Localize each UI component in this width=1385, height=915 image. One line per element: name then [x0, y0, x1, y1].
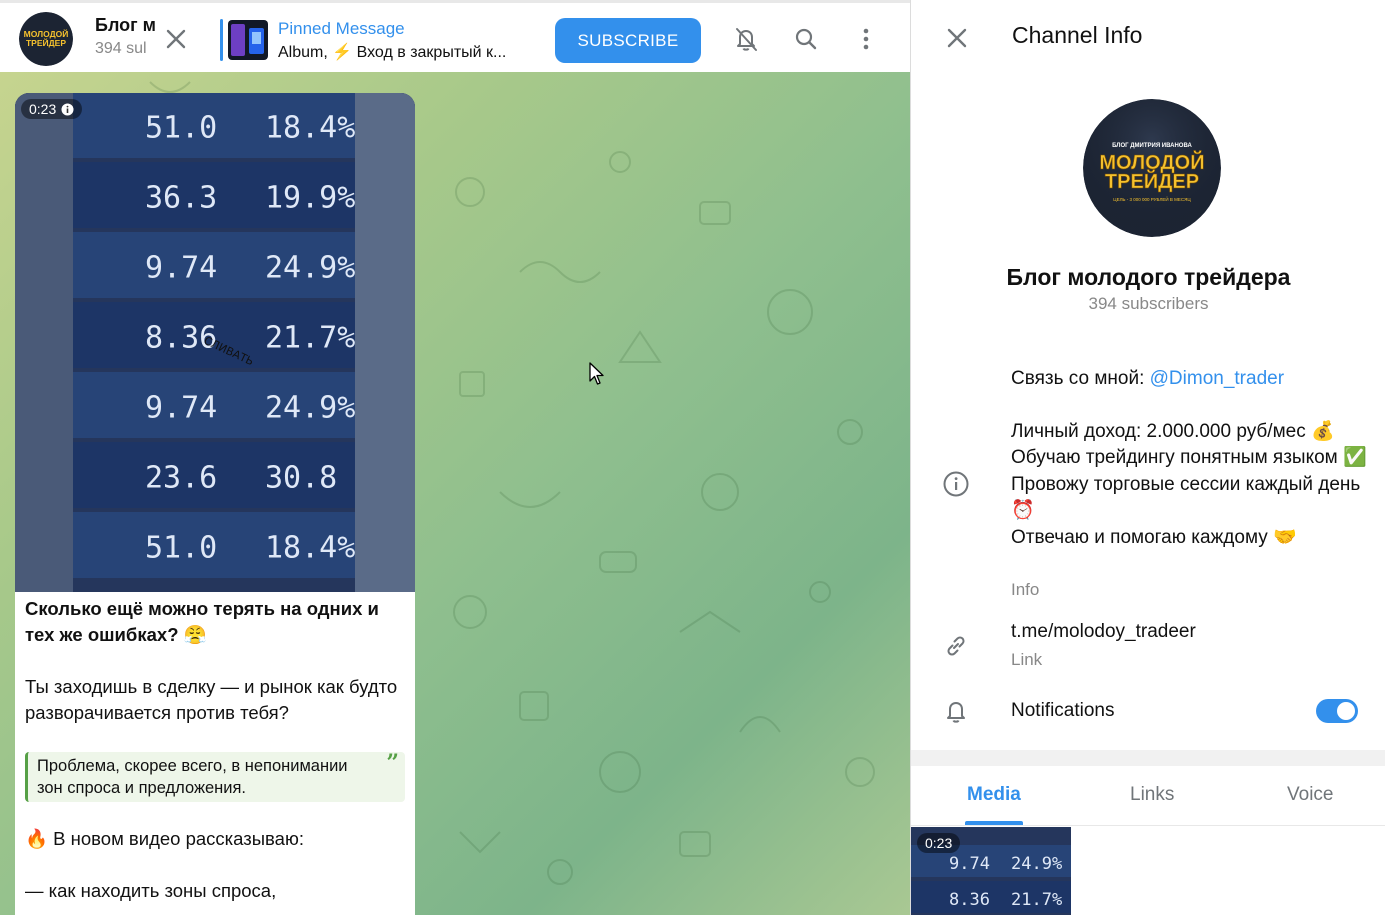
close-icon[interactable]: [943, 24, 971, 52]
video-row-value: 51.0: [145, 531, 217, 566]
video-row-percent: 21.7%: [265, 321, 355, 356]
tab-voice[interactable]: Voice: [1287, 784, 1333, 806]
channel-post: 51.0 18.4% 36.3 19.9% 9.74 24.9% 8.36 21.7% 9.74…: [15, 93, 415, 915]
mouse-cursor-icon: [589, 362, 604, 385]
quote-text: Проблема, скорее всего, в непонимании зо…: [37, 757, 348, 797]
channel-name: Блог молодого трейдера: [1006, 264, 1291, 290]
channel-subscriber-count: 394 subscribers: [1088, 294, 1209, 313]
video-row-percent: 19.9%: [265, 181, 355, 216]
panel-title: Channel Info: [1012, 22, 1143, 48]
video-row-value: 36.3: [145, 181, 217, 216]
avatar-top-line: БЛОГ ДМИТРИЯ ИВАНОВА: [1112, 143, 1192, 149]
video-duration: 0:23: [21, 99, 83, 119]
post-text: Сколько ещё можно терять на одних и тех …: [25, 596, 405, 915]
channel-avatar-large[interactable]: БЛОГ ДМИТРИЯ ИВАНОВА МОЛОДОЙ ТРЕЙДЕР ЦЕЛ…: [1083, 99, 1221, 237]
channel-avatar[interactable]: МОЛОДОЙ ТРЕЙДЕР: [19, 12, 73, 66]
contact-username-link[interactable]: @Dimon_trader: [1150, 368, 1284, 389]
more-options-icon[interactable]: [852, 25, 880, 53]
media-item[interactable]: 9.74 24.9% 8.36 21.7% 0:23: [911, 827, 1071, 915]
link-label: Link: [1011, 650, 1043, 669]
chat-area: МОЛОДОЙ ТРЕЙДЕР Блог м 394 sul Pinned Me…: [0, 0, 910, 915]
pinned-title: Pinned Message: [278, 19, 405, 38]
video-row-percent: 24.9%: [265, 251, 355, 286]
bell-icon: [947, 702, 965, 723]
tab-links[interactable]: Links: [1130, 784, 1174, 806]
chat-subscriber-count: 394 sul: [95, 40, 147, 57]
post-paragraph: 🔥 В новом видео рассказываю:: [25, 828, 304, 849]
description-line: Личный доход: 2.000.000 руб/мес 💰: [1011, 420, 1335, 442]
post-paragraph: — как находить зоны спроса,: [25, 880, 277, 901]
avatar-word2: ТРЕЙДЕР: [26, 37, 66, 48]
video-row-value: 51.0: [145, 111, 217, 146]
video-row-percent: 30.8: [265, 461, 337, 496]
video-row-value: 9.74: [145, 391, 217, 426]
post-paragraph: Ты заходишь в сделку — и рынок как будто…: [25, 676, 398, 723]
video-row-percent: 24.9%: [265, 391, 355, 426]
notifications-label: Notifications: [1011, 700, 1115, 721]
video-row-value: 9.74: [949, 854, 990, 874]
pinned-body: Album, ⚡ Вход в закрытый к...: [278, 44, 507, 61]
contact-prefix: Связь со мной:: [1011, 368, 1150, 389]
chat-title: Блог м: [95, 15, 155, 35]
post-quote: Проблема, скорее всего, в непонимании зо…: [25, 752, 405, 802]
active-tab-indicator: [965, 821, 1023, 825]
description-line: Провожу торговые сессии каждый день ⏰: [1011, 473, 1361, 522]
tab-media[interactable]: Media: [967, 784, 1021, 806]
info-icon: [943, 471, 969, 497]
video-row-percent: 24.9%: [1011, 854, 1062, 874]
video-row-percent: 18.4%: [265, 531, 355, 566]
avatar-bottom-line: ЦЕЛЬ - 3 000 000 РУБЛЕЙ В МЕСЯЦ: [1113, 195, 1191, 202]
pinned-thumbnail[interactable]: [228, 20, 268, 60]
video-row-value: 9.74: [145, 251, 217, 286]
contact-line: Связь со мной: @Dimon_trader: [1011, 366, 1371, 393]
channel-link[interactable]: t.me/molodoy_tradeer: [1011, 621, 1196, 643]
pinned-indicator: [220, 19, 223, 61]
avatar-word2: ТРЕЙДЕР: [1105, 169, 1199, 193]
video-row-value: 8.36: [949, 890, 990, 910]
info-label: Info: [1011, 580, 1040, 599]
toggle-knob: [1335, 700, 1357, 722]
mute-bell-icon[interactable]: [732, 25, 760, 53]
subscribe-button[interactable]: SUBSCRIBE: [555, 18, 701, 63]
video-preview[interactable]: 51.0 18.4% 36.3 19.9% 9.74 24.9% 8.36 21.7% 9.74…: [15, 93, 415, 592]
media-duration: 0:23: [917, 833, 961, 853]
search-icon[interactable]: [792, 25, 820, 53]
video-row-percent: 18.4%: [265, 111, 355, 146]
description-line: Отвечаю и помогаю каждому 🤝: [1011, 526, 1297, 548]
link-icon: [947, 636, 965, 656]
chat-header: МОЛОДОЙ ТРЕЙДЕР Блог м 394 sul Pinned Me…: [0, 0, 910, 72]
section-divider: [911, 750, 1385, 766]
close-icon[interactable]: [162, 25, 190, 53]
video-row-value: 23.6: [145, 461, 217, 496]
video-row-percent: 21.7%: [1011, 890, 1062, 910]
video-frame: 51.0 18.4%36.3 19.9%9.74 24.9%8.36 21.7%9.74…: [15, 93, 415, 592]
media-tabs: Media Links Voice: [911, 766, 1385, 826]
video-duration-label: 0:23: [29, 101, 57, 117]
info-small-icon: [61, 103, 74, 115]
channel-description[interactable]: Связь со мной: @Dimon_trader Личный дохо…: [1011, 366, 1371, 551]
pinned-message[interactable]: Pinned Message Album, ⚡ Вход в закрытый …: [278, 19, 538, 62]
notifications-toggle[interactable]: [1316, 699, 1358, 723]
description-line: Обучаю трейдингу понятным языком ✅: [1011, 447, 1367, 468]
channel-info-panel: Channel Info БЛОГ ДМИТРИЯ ИВАНОВА МОЛОДО…: [910, 0, 1385, 915]
chat-title-block[interactable]: Блог м 394 sul: [95, 15, 155, 58]
quote-icon: ”: [386, 750, 399, 776]
post-heading: Сколько ещё можно терять на одних и тех …: [25, 598, 379, 645]
